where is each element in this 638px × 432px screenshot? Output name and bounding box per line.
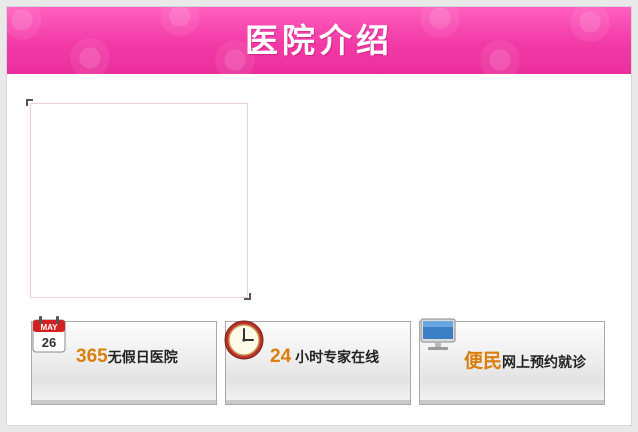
computer-icon (420, 318, 456, 350)
calendar-month: MAY (40, 323, 58, 332)
feature-label: 便民网上预约就诊 (464, 346, 586, 373)
feature-highlight: 便民 (464, 351, 503, 372)
feature-online-appointment[interactable]: 便民网上预约就诊 (419, 318, 605, 405)
photo-corner-bottom-right (244, 293, 251, 300)
feature-highlight: 365 (76, 346, 108, 367)
page-title: 医院介绍 (245, 21, 393, 60)
calendar-icon: MAY 26 (32, 316, 66, 353)
feature-text: 网上预约就诊 (502, 354, 587, 370)
clock-icon (224, 320, 264, 360)
feature-text: 无假日医院 (107, 349, 178, 365)
feature-text: 小时专家在线 (295, 349, 380, 365)
hospital-photo (30, 103, 248, 298)
header-banner: 医院介绍 (7, 7, 631, 74)
feature-highlight: 24 (270, 346, 292, 367)
feature-label: 24 小时专家在线 (270, 346, 379, 368)
feature-label: 365无假日医院 (76, 346, 178, 368)
feature-24-hours[interactable]: 24 小时专家在线 (224, 320, 411, 405)
calendar-day: 26 (42, 335, 56, 350)
feature-365-days[interactable]: MAY 26 365无假日医院 (31, 316, 217, 405)
hospital-intro-panel: 医院介绍 MAY 26 365无假日医院 24 小时专家在线 便民网上预约就诊 (6, 6, 632, 426)
